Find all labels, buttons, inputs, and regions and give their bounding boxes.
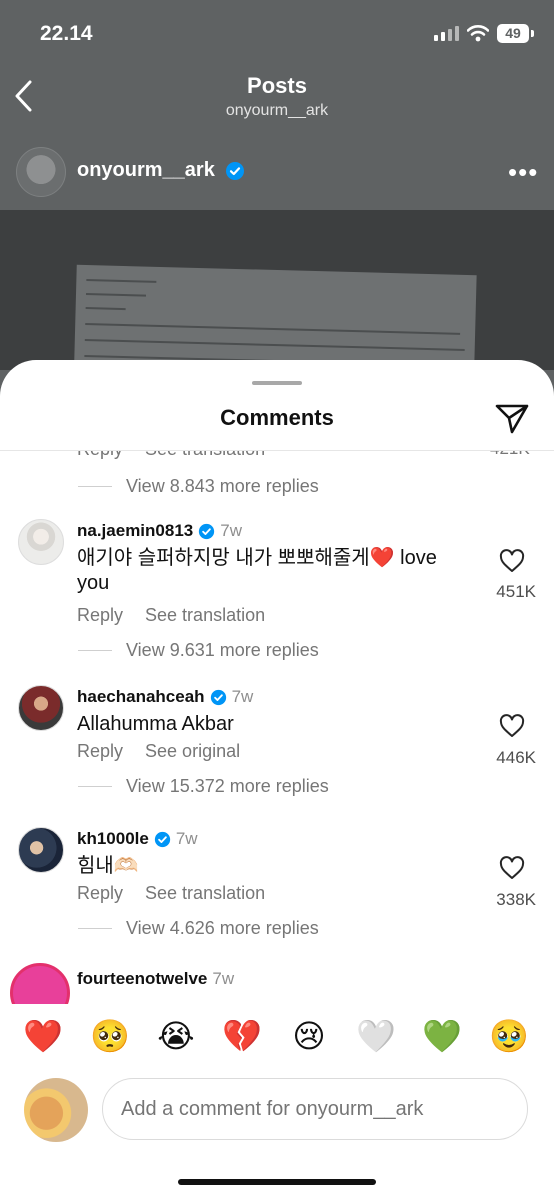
- comment-header: fourteenotwelve 7w: [77, 969, 234, 989]
- comment-actions: Reply See translation: [77, 883, 265, 904]
- comment-header: haechanahceah 7w: [77, 687, 253, 707]
- comment-text: Allahumma Akbar: [77, 713, 234, 735]
- post-author-row: onyourm__ark •••: [0, 135, 554, 210]
- avatar[interactable]: [10, 963, 70, 1004]
- see-original-link[interactable]: See original: [145, 741, 240, 761]
- comment-time: 7w: [212, 969, 235, 988]
- view-more-replies[interactable]: View 8.843 more replies: [78, 476, 319, 497]
- comment-input[interactable]: [102, 1078, 528, 1140]
- post-author-username[interactable]: onyourm__ark: [77, 159, 215, 182]
- reply-link[interactable]: Reply: [77, 741, 123, 761]
- cellular-signal-icon: [434, 26, 459, 41]
- reaction-emoji[interactable]: 🥺: [88, 1016, 132, 1056]
- comment-item: kh1000le 7w 힘내🫶🏻 Reply See translation Vi…: [0, 827, 554, 947]
- like-count: 446K: [496, 748, 536, 767]
- more-options-icon[interactable]: •••: [508, 157, 538, 188]
- reaction-emoji[interactable]: 💔: [220, 1016, 264, 1056]
- reaction-emoji[interactable]: 🥹: [487, 1016, 531, 1056]
- reaction-emoji[interactable]: 😭: [154, 1016, 198, 1056]
- clipped-like-count: 421K: [490, 451, 530, 459]
- verified-badge-icon: [154, 831, 170, 847]
- comment-actions: Reply See original: [77, 741, 240, 762]
- status-time: 22.14: [40, 22, 93, 45]
- see-translation-link[interactable]: See translation: [145, 451, 265, 459]
- comment-composer: [0, 1072, 554, 1162]
- comments-title: Comments: [220, 405, 334, 430]
- comment-item: fourteenotwelve 7w: [0, 963, 554, 1004]
- heart-icon[interactable]: [499, 714, 525, 738]
- comment-header: na.jaemin0813 7w: [77, 521, 242, 541]
- comment-actions: Reply See translation: [77, 605, 265, 626]
- page-title: Posts: [247, 73, 307, 98]
- comment-username[interactable]: na.jaemin0813: [77, 521, 193, 541]
- comment-header: kh1000le 7w: [77, 829, 198, 849]
- share-send-icon[interactable]: [494, 400, 530, 436]
- quick-reactions-bar: ❤️ 🥺 😭 💔 😢 🤍 💚 🥹: [0, 1004, 554, 1070]
- letter-paper-image: [73, 264, 477, 370]
- comment-time: 7w: [220, 521, 242, 540]
- see-translation-link[interactable]: See translation: [145, 605, 265, 625]
- post-image: [0, 210, 554, 370]
- battery-icon: 49: [497, 24, 534, 43]
- like-count: 451K: [496, 582, 536, 601]
- reply-link[interactable]: Reply: [77, 883, 123, 903]
- like-count: 338K: [496, 890, 536, 909]
- comment-username[interactable]: fourteenotwelve: [77, 969, 207, 989]
- comments-sheet: Comments Reply See translation 421K View …: [0, 360, 554, 1199]
- post-author-avatar[interactable]: [16, 147, 66, 197]
- verified-badge-icon: [226, 162, 244, 180]
- comment-text: 힘내🫶🏻: [77, 855, 139, 877]
- reply-link[interactable]: Reply: [77, 605, 123, 625]
- comment-username[interactable]: haechanahceah: [77, 687, 205, 707]
- avatar[interactable]: [18, 519, 64, 565]
- reply-link[interactable]: Reply: [77, 451, 123, 459]
- reaction-emoji[interactable]: 😢: [287, 1016, 331, 1056]
- comment-item: haechanahceah 7w Allahumma Akbar Reply Se…: [0, 685, 554, 805]
- avatar[interactable]: [18, 685, 64, 731]
- page-subtitle: onyourm__ark: [225, 102, 329, 119]
- heart-icon[interactable]: [499, 549, 525, 573]
- view-more-replies[interactable]: View 4.626 more replies: [78, 918, 319, 939]
- view-more-replies[interactable]: View 9.631 more replies: [78, 640, 319, 661]
- heart-icon[interactable]: [499, 856, 525, 880]
- posts-header: Posts onyourm__ark: [0, 70, 554, 130]
- verified-badge-icon: [210, 689, 226, 705]
- comment-list[interactable]: Reply See translation 421K View 8.843 mor…: [0, 451, 554, 1004]
- sheet-grabber[interactable]: [252, 381, 302, 385]
- verified-badge-icon: [199, 523, 215, 539]
- wifi-icon: [467, 25, 489, 42]
- status-bar: 22.14 49: [0, 0, 554, 70]
- comment-item: na.jaemin0813 7w 애기야 슬퍼하지망 내가 뽀뽀해줄게❤️ lo…: [0, 519, 554, 660]
- reaction-emoji[interactable]: ❤️: [21, 1016, 65, 1056]
- clipped-comment-actions: Reply See translation: [77, 451, 265, 460]
- current-user-avatar: [24, 1078, 88, 1142]
- home-indicator[interactable]: [178, 1179, 376, 1185]
- reaction-emoji[interactable]: 🤍: [354, 1016, 398, 1056]
- see-translation-link[interactable]: See translation: [145, 883, 265, 903]
- avatar[interactable]: [18, 827, 64, 873]
- comment-username[interactable]: kh1000le: [77, 829, 149, 849]
- comment-time: 7w: [175, 829, 198, 848]
- reaction-emoji[interactable]: 💚: [420, 1016, 464, 1056]
- view-more-replies[interactable]: View 15.372 more replies: [78, 776, 329, 797]
- comment-time: 7w: [231, 687, 254, 706]
- comment-text: 애기야 슬퍼하지망 내가 뽀뽀해줄게❤️ love you: [77, 547, 437, 594]
